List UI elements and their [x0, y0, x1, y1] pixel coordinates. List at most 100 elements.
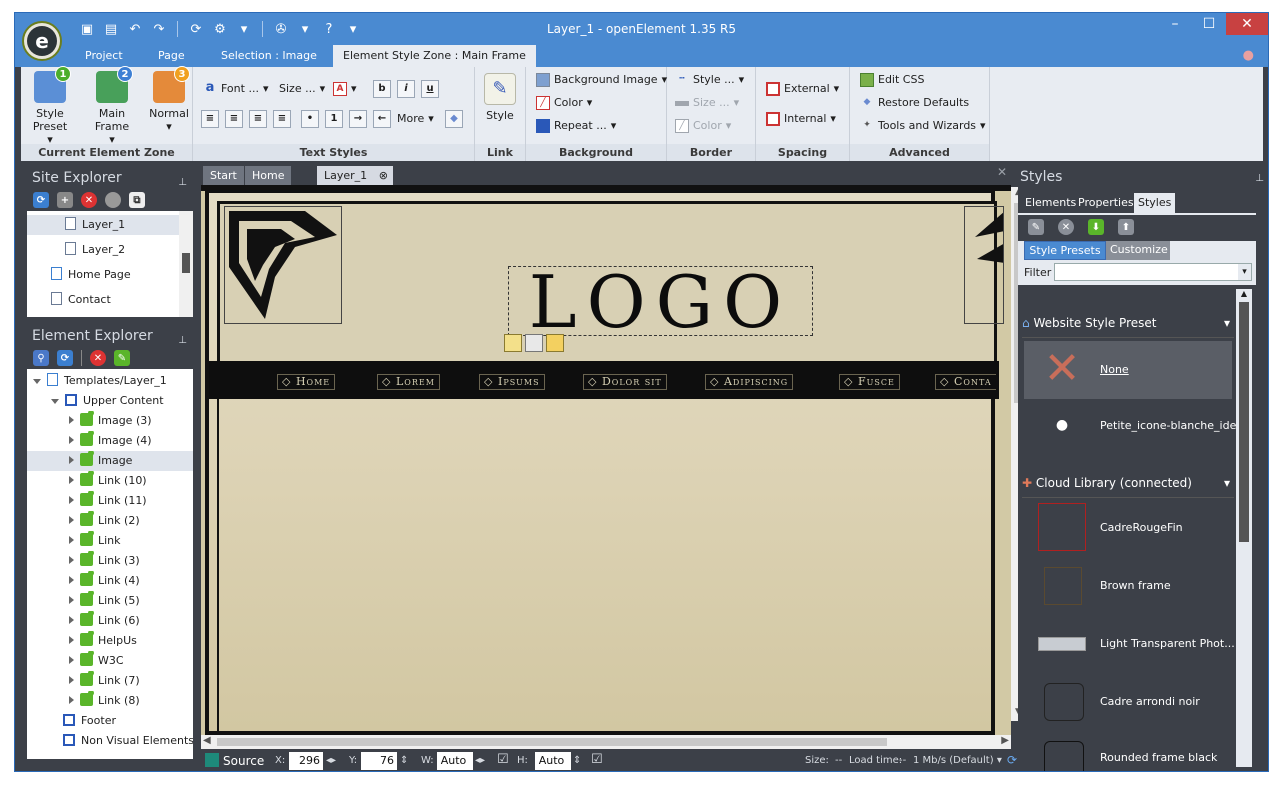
- size-button[interactable]: Size ... ▾: [279, 79, 325, 99]
- style-item-brown-frame[interactable]: Brown frame: [1024, 557, 1232, 615]
- corner-ornament-right[interactable]: [964, 206, 1004, 324]
- h-input[interactable]: Auto: [535, 752, 571, 770]
- tree-item[interactable]: Link (5): [27, 591, 193, 611]
- scroll-right-icon[interactable]: ▶: [1001, 735, 1009, 746]
- pig-icon[interactable]: ●: [1233, 45, 1264, 67]
- tools-wizards-button[interactable]: ✦ Tools and Wizards ▾: [860, 116, 985, 136]
- site-item-contact[interactable]: Contact: [27, 290, 193, 310]
- more-button[interactable]: More ▾: [397, 109, 434, 129]
- main-frame[interactable]: LOGO ◇ Home ◇ Lorem ◇ Ipsums ◇ Dolor sit…: [205, 189, 1004, 735]
- scroll-thumb[interactable]: [1239, 302, 1249, 542]
- align-right-button[interactable]: ≡: [249, 109, 267, 129]
- tree-item[interactable]: Link (4): [27, 571, 193, 591]
- nav-item-home[interactable]: ◇ Home: [277, 374, 336, 390]
- doc-tab-home-page[interactable]: Home Page: [245, 166, 292, 201]
- tree-non-visual[interactable]: Non Visual Elements: [27, 731, 193, 751]
- new-style-icon[interactable]: ✎: [1028, 219, 1044, 235]
- filter-input[interactable]: [1054, 263, 1252, 281]
- nav-item-adipiscing[interactable]: ◇ Adipiscing: [705, 374, 794, 390]
- style-item-cadre-rouge[interactable]: CadreRougeFin: [1024, 499, 1232, 557]
- scroll-up-icon[interactable]: ▲: [1236, 289, 1252, 298]
- x-input[interactable]: 296: [289, 752, 323, 770]
- close-tab-icon[interactable]: ⊗: [379, 166, 388, 185]
- scroll-thumb[interactable]: [182, 253, 190, 273]
- canvas-horizontal-scrollbar[interactable]: ◀ ▶: [201, 735, 1011, 749]
- corner-ornament-left[interactable]: [224, 206, 342, 324]
- tree-item[interactable]: Link (2): [27, 511, 193, 531]
- upload-icon[interactable]: ⬆: [1118, 219, 1134, 235]
- design-canvas[interactable]: LOGO ◇ Home ◇ Lorem ◇ Ipsums ◇ Dolor sit…: [201, 185, 1011, 735]
- style-item-light-transparent[interactable]: Light Transparent Phot...: [1024, 615, 1235, 673]
- style-item-none[interactable]: ✕ None: [1024, 341, 1232, 399]
- style-item-cadre-arrondi[interactable]: Cadre arrondi noir: [1024, 673, 1232, 731]
- tree-item[interactable]: Link (7): [27, 671, 193, 691]
- font-button[interactable]: a Font ... ▾: [203, 79, 269, 99]
- tree-item[interactable]: W3C: [27, 651, 193, 671]
- maximize-button[interactable]: ☐: [1192, 13, 1226, 35]
- nav-item-dolor-sit[interactable]: ◇ Dolor sit: [583, 374, 667, 390]
- nav-item-lorem[interactable]: ◇ Lorem: [377, 374, 440, 390]
- bullet-list-button[interactable]: •: [301, 109, 319, 129]
- italic-button[interactable]: i: [397, 79, 415, 99]
- h-auto-checkbox[interactable]: ☑: [591, 752, 603, 767]
- nav-item-ipsums[interactable]: ◇ Ipsums: [479, 374, 545, 390]
- repeat-button[interactable]: Repeat ... ▾: [536, 116, 616, 136]
- close-button[interactable]: ✕: [1226, 13, 1268, 35]
- tree-item[interactable]: Link: [27, 531, 193, 551]
- app-menu-button[interactable]: e: [22, 21, 62, 61]
- site-explorer-scrollbar[interactable]: [179, 211, 193, 317]
- align-left-button[interactable]: ≡: [201, 109, 219, 129]
- add-page-icon[interactable]: +: [57, 192, 73, 208]
- border-color-button[interactable]: ╱ Color ▾: [675, 116, 731, 136]
- number-list-button[interactable]: 1: [325, 109, 343, 129]
- text-color-button[interactable]: A ▾: [333, 79, 357, 99]
- style-item-rounded-black[interactable]: Rounded frame black: [1024, 729, 1232, 771]
- source-button[interactable]: Source: [223, 754, 264, 768]
- indent-button[interactable]: →: [349, 109, 367, 129]
- scroll-left-icon[interactable]: ◀: [203, 735, 211, 746]
- tree-item[interactable]: Link (8): [27, 691, 193, 711]
- nav-item-fusce[interactable]: ◇ Fusce: [839, 374, 900, 390]
- tree-item[interactable]: Link (3): [27, 551, 193, 571]
- download-icon[interactable]: ⬇: [1088, 219, 1104, 235]
- refresh-icon[interactable]: ⟳: [57, 350, 73, 366]
- scroll-thumb[interactable]: [217, 738, 887, 746]
- site-item-layer1[interactable]: Layer_1: [27, 215, 193, 235]
- section-website-style-preset[interactable]: ⌂ Website Style Preset ▾: [1022, 308, 1234, 338]
- minimize-button[interactable]: –: [1158, 13, 1192, 35]
- restore-defaults-button[interactable]: ◆ Restore Defaults: [860, 93, 970, 113]
- copy-icon[interactable]: ⧉: [129, 192, 145, 208]
- w-auto-checkbox[interactable]: ☑: [497, 752, 509, 767]
- y-input[interactable]: 76: [361, 752, 397, 770]
- border-size-button[interactable]: Size ... ▾: [675, 93, 739, 113]
- link-style-button[interactable]: ✎ Style: [481, 73, 519, 122]
- disabled-icon[interactable]: [105, 192, 121, 208]
- subtab-style-presets[interactable]: Style Presets: [1024, 241, 1106, 260]
- eraser-button[interactable]: ◆: [445, 109, 463, 129]
- tab-selection[interactable]: Selection : Image: [211, 45, 327, 67]
- lock-icon[interactable]: [546, 334, 564, 352]
- tree-item[interactable]: Link (11): [27, 491, 193, 511]
- page-header[interactable]: LOGO: [217, 201, 1004, 367]
- x-stepper-icon[interactable]: ◂▸: [326, 755, 336, 766]
- tab-element-style-zone[interactable]: Element Style Zone : Main Frame: [333, 45, 536, 67]
- y-stepper-icon[interactable]: ⇕: [400, 755, 408, 766]
- section-cloud-library[interactable]: ✚ Cloud Library (connected) ▾: [1022, 468, 1234, 498]
- border-style-button[interactable]: ┅ Style ... ▾: [675, 70, 744, 90]
- tree-item[interactable]: Image: [27, 451, 193, 471]
- delete-style-icon[interactable]: ✕: [1058, 219, 1074, 235]
- logo-image[interactable]: LOGO: [508, 266, 813, 338]
- link-icon[interactable]: [525, 334, 543, 352]
- style-preset-button[interactable]: 1 Style Preset ▾: [27, 66, 73, 146]
- folder-icon[interactable]: [504, 334, 522, 352]
- tree-item[interactable]: Link (10): [27, 471, 193, 491]
- tree-item[interactable]: Image (3): [27, 411, 193, 431]
- site-item-layer2[interactable]: Layer_2: [27, 240, 193, 260]
- h-stepper-icon[interactable]: ⇕: [573, 755, 581, 766]
- edit-css-button[interactable]: Edit CSS: [860, 70, 924, 90]
- site-item-home-page[interactable]: Home Page: [27, 265, 193, 285]
- background-color-button[interactable]: ╱ Color ▾: [536, 93, 592, 113]
- tab-properties[interactable]: Properties: [1074, 193, 1138, 213]
- subtab-customize[interactable]: Customize: [1106, 241, 1170, 260]
- tree-footer[interactable]: Footer: [27, 711, 193, 731]
